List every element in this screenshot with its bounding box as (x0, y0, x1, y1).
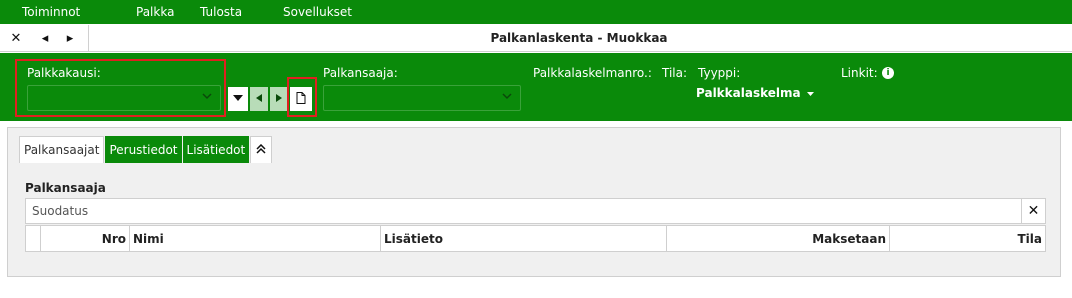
tila-label: Tila: (662, 66, 688, 80)
tab-palkansaajat[interactable]: Palkansaajat (19, 136, 105, 163)
page-title: Palkanlaskenta - Muokkaa (490, 31, 668, 45)
filter-placeholder: Suodatus (32, 204, 89, 218)
highlight-palkkakausi (15, 59, 226, 117)
tab-perustiedot[interactable]: Perustiedot (105, 136, 182, 163)
tab-lisatiedot[interactable]: Lisätiedot (182, 136, 250, 163)
tyyppi-dropdown[interactable]: Palkkalaskelma (696, 85, 814, 101)
column-maksetaan[interactable]: Maksetaan (667, 226, 890, 251)
chevron-down-icon (502, 90, 512, 104)
tyyppi-value: Palkkalaskelma (696, 86, 801, 100)
caret-down-icon (233, 94, 243, 105)
column-lisatieto[interactable]: Lisätieto (381, 226, 667, 251)
column-tila[interactable]: Tila (890, 226, 1045, 251)
laskelmanro-label: Palkkalaskelmanro.: (533, 66, 652, 80)
menu-sovellukset[interactable]: Sovellukset (283, 5, 352, 19)
tyyppi-label: Tyyppi: (698, 66, 741, 80)
caret-down-icon (806, 86, 814, 100)
close-icon: ✕ (1027, 203, 1040, 219)
tab-label: Perustiedot (109, 142, 178, 157)
column-nro[interactable]: Nro (41, 226, 130, 251)
info-icon[interactable]: i (882, 67, 894, 79)
prev-icon (256, 93, 262, 105)
menu-bar: Toiminnot Palkka Tulosta Sovellukset (0, 0, 1072, 24)
menu-tulosta[interactable]: Tulosta (200, 5, 242, 19)
linkit-label: Linkit: (841, 66, 878, 80)
next-period-button[interactable] (270, 87, 288, 111)
menu-toiminnot[interactable]: Toiminnot (22, 5, 80, 19)
tab-label: Palkansaajat (24, 143, 100, 157)
palkansaaja-label: Palkansaaja: (323, 66, 398, 80)
main-panel: Palkansaajat Perustiedot Lisätiedot Palk… (7, 127, 1061, 277)
tab-content: Palkansaaja Suodatus ✕ Nro Nimi Lisätiet… (18, 164, 1051, 274)
dropdown-button[interactable] (228, 87, 248, 111)
collapse-button[interactable] (250, 136, 273, 163)
column-nimi[interactable]: Nimi (130, 226, 381, 251)
title-bar: ✕ ◂ ▸ Palkanlaskenta - Muokkaa (0, 25, 1072, 52)
column-select[interactable] (26, 226, 41, 251)
section-title: Palkansaaja (25, 181, 106, 195)
tab-label: Lisätiedot (186, 142, 246, 157)
previous-period-button[interactable] (250, 87, 268, 111)
filter-input[interactable]: Suodatus ✕ (25, 198, 1046, 224)
tab-bar: Palkansaajat Perustiedot Lisätiedot (19, 136, 273, 163)
menu-palkka[interactable]: Palkka (136, 5, 174, 19)
palkansaaja-select[interactable] (323, 85, 521, 111)
highlight-new-document (287, 77, 317, 117)
clear-filter-button[interactable]: ✕ (1021, 199, 1045, 223)
collapse-icon (256, 143, 266, 157)
next-icon (276, 93, 282, 105)
table-header: Nro Nimi Lisätieto Maksetaan Tila (25, 225, 1046, 252)
